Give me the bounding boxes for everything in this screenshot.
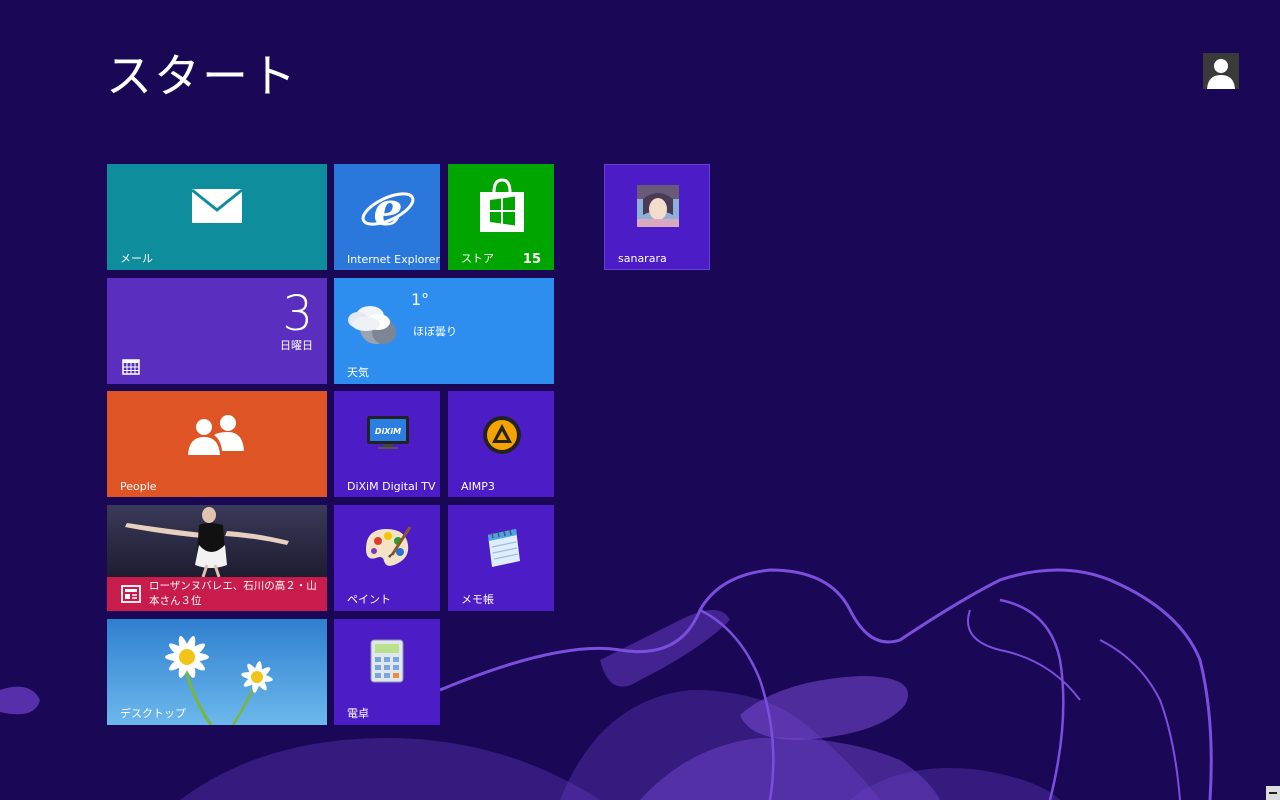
news-headline-bar: ローザンヌバレエ、石川の高２・山本さん３位 xyxy=(107,577,327,611)
tile-label: People xyxy=(120,480,157,493)
notepad-icon xyxy=(488,529,520,567)
tile-user-sanarara[interactable]: sanarara xyxy=(604,164,710,270)
news-headline: ローザンヌバレエ、石川の高２・山本さん３位 xyxy=(149,580,317,607)
tile-calendar[interactable]: 3 日曜日 xyxy=(107,278,327,384)
cloud-icon xyxy=(348,306,396,344)
people-icon xyxy=(188,415,244,455)
tile-label: AIMP3 xyxy=(461,480,495,493)
tile-aimp3[interactable]: AIMP3 xyxy=(448,391,554,497)
tile-label: デスクトップ xyxy=(120,707,186,720)
tile-dixim-digital-tv[interactable]: DiXiM DiXiM Digital TV xyxy=(334,391,440,497)
tile-label: ストア xyxy=(461,252,494,265)
tile-label: sanarara xyxy=(618,252,667,265)
tile-weather[interactable]: 1° ほぼ曇り 天気 xyxy=(334,278,554,384)
semantic-zoom-button[interactable] xyxy=(1266,786,1280,800)
internet-explorer-icon: e xyxy=(361,182,415,236)
news-photo xyxy=(107,505,327,577)
store-update-badge: 15 xyxy=(522,252,541,267)
account-avatar[interactable] xyxy=(1203,53,1239,89)
tile-label: Internet Explorer xyxy=(347,253,440,266)
svg-text:e: e xyxy=(373,182,402,236)
tv-icon: DiXiM xyxy=(367,416,409,449)
user-picture xyxy=(637,185,679,227)
tile-label: 電卓 xyxy=(347,707,369,720)
dixim-logo-text: DiXiM xyxy=(375,427,401,436)
tile-notepad[interactable]: メモ帳 xyxy=(448,505,554,611)
tile-store[interactable]: ストア 15 xyxy=(448,164,554,270)
tile-paint[interactable]: ペイント xyxy=(334,505,440,611)
weather-condition: ほぼ曇り xyxy=(413,325,457,338)
tile-label: 天気 xyxy=(347,366,369,379)
envelope-icon xyxy=(191,188,243,223)
tile-label: DiXiM Digital TV xyxy=(347,480,436,493)
tile-mail[interactable]: メール xyxy=(107,164,327,270)
tile-news[interactable]: ローザンヌバレエ、石川の高２・山本さん３位 xyxy=(107,505,327,611)
weather-temperature: 1° xyxy=(411,290,430,309)
tile-internet-explorer[interactable]: e Internet Explorer xyxy=(334,164,440,270)
palette-icon xyxy=(366,526,412,566)
calculator-icon xyxy=(370,639,404,683)
calendar-grid-icon xyxy=(122,359,140,375)
store-bag-icon xyxy=(480,178,524,232)
tile-label: メモ帳 xyxy=(461,593,494,606)
calendar-weekday: 日曜日 xyxy=(280,339,313,352)
tile-calculator[interactable]: 電卓 xyxy=(334,619,440,725)
calendar-day-number: 3 xyxy=(282,286,313,342)
page-title: スタート xyxy=(106,49,298,103)
newspaper-icon xyxy=(121,585,141,603)
tile-label: ペイント xyxy=(347,593,391,606)
tile-label: メール xyxy=(120,252,153,265)
aimp-icon xyxy=(483,416,521,454)
tile-desktop[interactable]: デスクトップ xyxy=(107,619,327,725)
tile-people[interactable]: People xyxy=(107,391,327,497)
user-avatar-icon xyxy=(1207,59,1235,89)
